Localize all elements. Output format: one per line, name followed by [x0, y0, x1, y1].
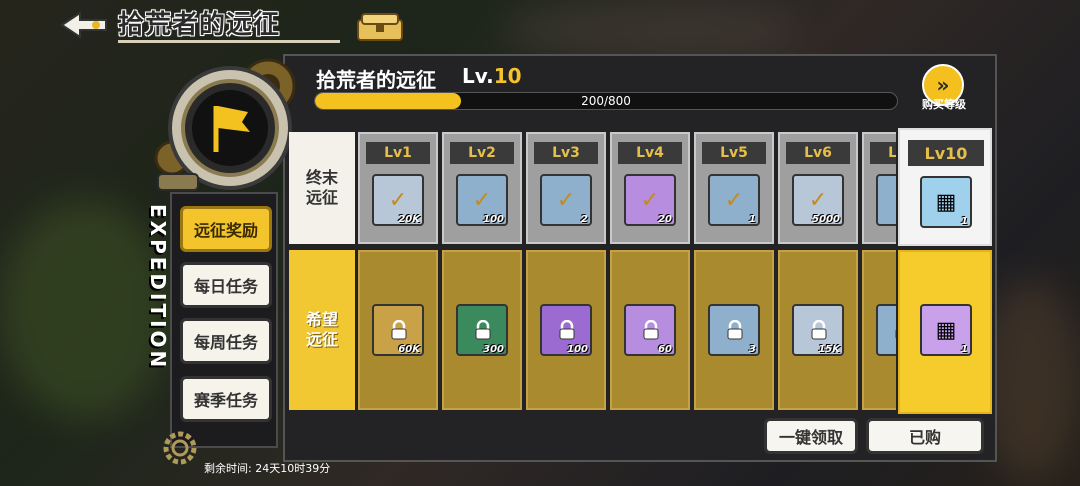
- reward-count: 100: [567, 344, 588, 355]
- level-progress-text: 200/800: [581, 94, 631, 108]
- reward-count: 20K: [398, 214, 420, 225]
- reward-item-medal[interactable]: ✓ 1: [708, 174, 760, 226]
- reward-item-locked[interactable]: 100: [540, 304, 592, 356]
- tab-expedition-rewards[interactable]: 远征奖励: [180, 206, 272, 252]
- lock-icon: [391, 320, 407, 340]
- column-level-label: Lv1: [366, 142, 430, 164]
- premium-reward-cell[interactable]: 300: [442, 250, 522, 410]
- featured-reward-column: Lv10 ▦ 1 ▦ 1: [898, 128, 992, 414]
- free-reward-cell[interactable]: Lv1 ✓ 20K: [358, 132, 438, 244]
- reward-count: 3: [749, 344, 756, 355]
- reward-count: 300: [483, 344, 504, 355]
- premium-reward-cell[interactable]: 60: [610, 250, 690, 410]
- lock-icon: [895, 329, 896, 339]
- reward-item-medal[interactable]: ✓ 20K: [372, 174, 424, 226]
- lock-icon: [643, 320, 659, 340]
- lock-icon: [811, 320, 827, 340]
- reward-count: 1: [749, 214, 756, 225]
- reward-count: 100: [483, 214, 504, 225]
- reward-item-crate[interactable]: ▦ 1: [920, 304, 972, 356]
- reward-item-medal[interactable]: ✓ 20: [624, 174, 676, 226]
- free-reward-cell[interactable]: Lv4 ✓ 20: [610, 132, 690, 244]
- reward-count: 15K: [818, 344, 840, 355]
- reward-item-medal[interactable]: ✓: [876, 174, 896, 226]
- reward-count: 60K: [398, 344, 420, 355]
- reward-item-locked[interactable]: 60: [624, 304, 676, 356]
- reward-count: 20: [658, 214, 672, 225]
- row-label-text: 希望远征: [305, 310, 338, 349]
- level-value: 10: [493, 64, 522, 88]
- reward-count: 2: [581, 214, 588, 225]
- treasure-chest-icon: [357, 13, 403, 41]
- free-reward-cell[interactable]: Lv7 ✓: [862, 132, 896, 244]
- back-arrow-icon[interactable]: [60, 10, 110, 40]
- reward-count: 60: [658, 344, 672, 355]
- purchased-button[interactable]: 已购: [866, 418, 984, 454]
- reward-item-locked[interactable]: 3: [708, 304, 760, 356]
- column-level-label: Lv3: [534, 142, 598, 164]
- premium-reward-cell[interactable]: 100: [526, 250, 606, 410]
- title-underline: [118, 40, 340, 43]
- medal-check-icon: ✓: [878, 176, 896, 224]
- lock-icon: [727, 320, 743, 340]
- reward-item-medal[interactable]: ✓ 100: [456, 174, 508, 226]
- tab-weekly-tasks[interactable]: 每周任务: [180, 318, 272, 364]
- reward-item-locked[interactable]: [876, 304, 896, 356]
- reward-item-medal[interactable]: ✓ 5000: [792, 174, 844, 226]
- premium-reward-cell[interactable]: 60K: [358, 250, 438, 410]
- free-reward-cell[interactable]: Lv6 ✓ 5000: [778, 132, 858, 244]
- premium-reward-cell[interactable]: [862, 250, 896, 410]
- row-label-final-expedition: 终末远征: [289, 132, 355, 244]
- expedition-flag-emblem-icon: [154, 58, 296, 191]
- level-prefix: Lv.: [462, 64, 494, 88]
- reward-item-locked[interactable]: 15K: [792, 304, 844, 356]
- reward-count: 5000: [812, 214, 840, 225]
- row-label-text: 终末远征: [305, 168, 338, 207]
- reward-columns-scroll[interactable]: Lv1 ✓ 20K 60K Lv2 ✓ 100 300 Lv3 ✓ 2 100 Lv4 ✓ 20 60 Lv5 ✓…: [356, 128, 896, 418]
- lock-icon: [559, 320, 575, 340]
- reward-item-crate[interactable]: ▦ 1: [920, 176, 972, 228]
- premium-reward-cell[interactable]: 15K: [778, 250, 858, 410]
- lock-icon: [475, 320, 491, 340]
- tab-daily-tasks[interactable]: 每日任务: [180, 262, 272, 308]
- featured-top-cell[interactable]: Lv10 ▦ 1: [898, 128, 992, 246]
- claim-all-button[interactable]: 一键领取: [764, 418, 858, 454]
- remaining-time: 剩余时间: 24天10时39分: [204, 462, 331, 475]
- column-level-label: Lv4: [618, 142, 682, 164]
- reward-item-locked[interactable]: 60K: [372, 304, 424, 356]
- gear-icon: [163, 431, 197, 465]
- reward-item-medal[interactable]: ✓ 2: [540, 174, 592, 226]
- column-level-label: Lv2: [450, 142, 514, 164]
- column-level-label: Lv6: [786, 142, 850, 164]
- column-level-label: Lv5: [702, 142, 766, 164]
- buy-level-label: 购买等级: [922, 98, 966, 111]
- tab-season-tasks[interactable]: 赛季任务: [180, 376, 272, 422]
- expedition-level: Lv.10: [462, 64, 522, 88]
- free-reward-cell[interactable]: Lv3 ✓ 2: [526, 132, 606, 244]
- featured-bottom-cell[interactable]: ▦ 1: [898, 250, 992, 414]
- column-level-label: Lv7: [870, 142, 896, 164]
- free-reward-cell[interactable]: Lv2 ✓ 100: [442, 132, 522, 244]
- premium-reward-cell[interactable]: 3: [694, 250, 774, 410]
- reward-count: 1: [961, 344, 968, 355]
- reward-item-locked[interactable]: 300: [456, 304, 508, 356]
- expedition-title: 拾荒者的远征: [316, 68, 436, 92]
- expedition-vertical-label: EXPEDITION: [146, 204, 170, 371]
- free-reward-cell[interactable]: Lv5 ✓ 1: [694, 132, 774, 244]
- featured-level-badge: Lv10: [908, 140, 984, 166]
- reward-count: 1: [961, 216, 968, 227]
- page-title: 拾荒者的远征: [118, 10, 281, 40]
- row-label-hope-expedition: 希望远征: [289, 250, 355, 410]
- fast-forward-icon: »: [936, 73, 950, 97]
